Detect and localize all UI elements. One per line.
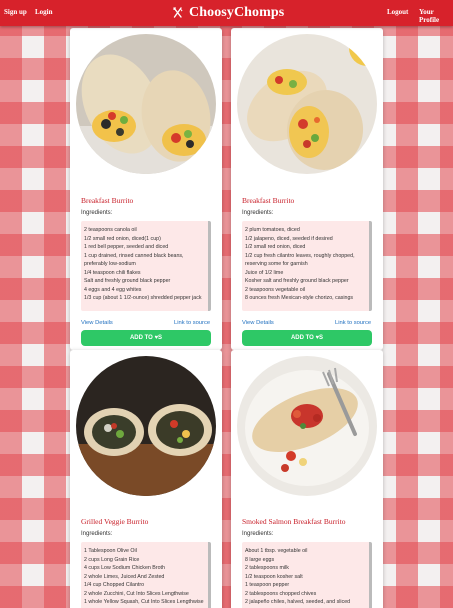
ingredient-item: 2 teaspoons vegetable oil (245, 286, 306, 293)
logout-link[interactable]: Logout (387, 8, 408, 16)
ingredient-item: 1 teaspoon pepper (245, 582, 290, 588)
ingredient-item: reserving some for garnish (245, 261, 308, 267)
recipe-title: Smoked Salmon Breakfast Burrito (242, 517, 346, 526)
ingredient-item: 1 cup drained, rinsed canned black beans… (84, 252, 184, 259)
ingredients-box[interactable]: About 1 tbsp. vegetable oil 8 large eggs… (242, 542, 372, 608)
ingredient-item: 1/4 cup Chopped Cilantro (84, 582, 145, 588)
view-details-link[interactable]: View Details (242, 320, 274, 326)
ingredient-item: 2 cups Long Grain Rice (84, 556, 140, 563)
ingredient-item: 1/4 teaspoon chili flakes (84, 269, 141, 276)
link-to-source[interactable]: Link to source (335, 320, 371, 326)
ingredient-item: 1 red bell pepper, seeded and diced (84, 244, 169, 250)
ingredient-item: Salt and freshly ground black pepper (84, 278, 171, 284)
ingredient-item: 2 whole Limes, Juiced And Zested (84, 573, 165, 580)
ingredient-item: 1/2 small red onion, diced (245, 244, 306, 250)
ingredient-item: About 1 tbsp. vegetable oil (245, 548, 308, 554)
profile-link[interactable]: Your Profile (419, 8, 453, 24)
ingredients-box[interactable]: 2 plum tomatoes, diced 1/2 jalapeno, dic… (242, 221, 372, 311)
ingredients-box[interactable]: 2 teaspoons canola oil 1/2 small red oni… (81, 221, 211, 311)
recipe-title: Grilled Veggie Burrito (81, 517, 149, 526)
ingredient-item: Kosher salt and freshly ground black pep… (245, 278, 349, 284)
view-details-link[interactable]: View Details (81, 320, 113, 326)
burrito-photo-icon (237, 34, 377, 174)
login-link[interactable]: Login (35, 8, 53, 16)
ingredient-item: Juice of 1/2 lime (245, 269, 284, 276)
ingredient-item: 1/2 teaspoon kosher salt (245, 573, 303, 580)
navbar: Sign up Login ChoosyChomps Logout Your P… (0, 0, 453, 26)
link-to-source[interactable]: Link to source (174, 320, 210, 326)
ingredient-item: 1/3 cup (about 1 1/2-ounce) shredded pep… (84, 295, 202, 301)
ingredients-label: Ingredients: (81, 210, 113, 216)
recipe-card: Grilled Veggie Burrito Ingredients: 1 Ta… (70, 350, 222, 608)
ingredient-item: 4 cups Low Sodium Chicken Broth (84, 565, 165, 571)
ingredient-item: 8 ounces fresh Mexican-style chorizo, ca… (245, 295, 354, 301)
recipe-image[interactable] (76, 356, 216, 496)
recipe-card: Smoked Salmon Breakfast Burrito Ingredie… (231, 350, 383, 608)
add-to-favorites-button[interactable]: ADD TO ♥S (242, 330, 372, 346)
ingredient-item: 2 tablespoons milk (245, 565, 289, 571)
ingredient-item: 4 eggs and 4 egg whites (84, 286, 142, 293)
ingredient-item: 1 Tablespoon Olive Oil (84, 548, 137, 554)
burrito-photo-icon (76, 34, 216, 174)
ingredient-item: 2 teaspoons canola oil (84, 227, 137, 233)
fork-knife-icon (173, 7, 183, 18)
recipe-image[interactable] (237, 356, 377, 496)
ingredients-box[interactable]: 1 Tablespoon Olive Oil 2 cups Long Grain… (81, 542, 211, 608)
signup-link[interactable]: Sign up (4, 8, 27, 16)
ingredients-label: Ingredients: (242, 531, 274, 537)
burrito-photo-icon (76, 356, 216, 496)
ingredient-item: 2 plum tomatoes, diced (245, 227, 300, 233)
brand-name: ChoosyChomps (189, 5, 285, 20)
ingredient-item: 1 whole Yellow Squash, Cut Into Slices L… (84, 599, 204, 605)
recipe-title: Breakfast Burrito (81, 196, 134, 205)
ingredients-label: Ingredients: (81, 531, 113, 537)
recipe-image[interactable] (76, 34, 216, 174)
recipe-card: Breakfast Burrito Ingredients: 2 teaspoo… (70, 28, 222, 350)
ingredients-label: Ingredients: (242, 210, 274, 216)
recipe-image[interactable] (237, 34, 377, 174)
ingredient-item: 2 jalapeño chiles, halved, seeded, and s… (245, 599, 351, 605)
ingredient-item: 8 large eggs (245, 556, 275, 563)
ingredient-item: 2 whole Zucchini, Cut Into Slices Length… (84, 590, 189, 597)
recipe-card: Breakfast Burrito Ingredients: 2 plum to… (231, 28, 383, 350)
burrito-photo-icon (237, 356, 377, 496)
ingredient-item: 2 tablespoons chopped chives (245, 590, 317, 597)
ingredient-item: 1/2 small red onion, diced(1 cup) (84, 235, 161, 242)
brand[interactable]: ChoosyChomps (172, 3, 284, 23)
ingredient-item: preferably low-sodium (84, 261, 136, 267)
recipe-title: Breakfast Burrito (242, 196, 295, 205)
ingredient-item: 1/2 jalapeno, diced, seeded if desired (245, 235, 333, 242)
ingredient-item: 1/2 cup fresh cilantro leaves, roughly c… (245, 252, 355, 259)
add-to-favorites-button[interactable]: ADD TO ♥S (81, 330, 211, 346)
